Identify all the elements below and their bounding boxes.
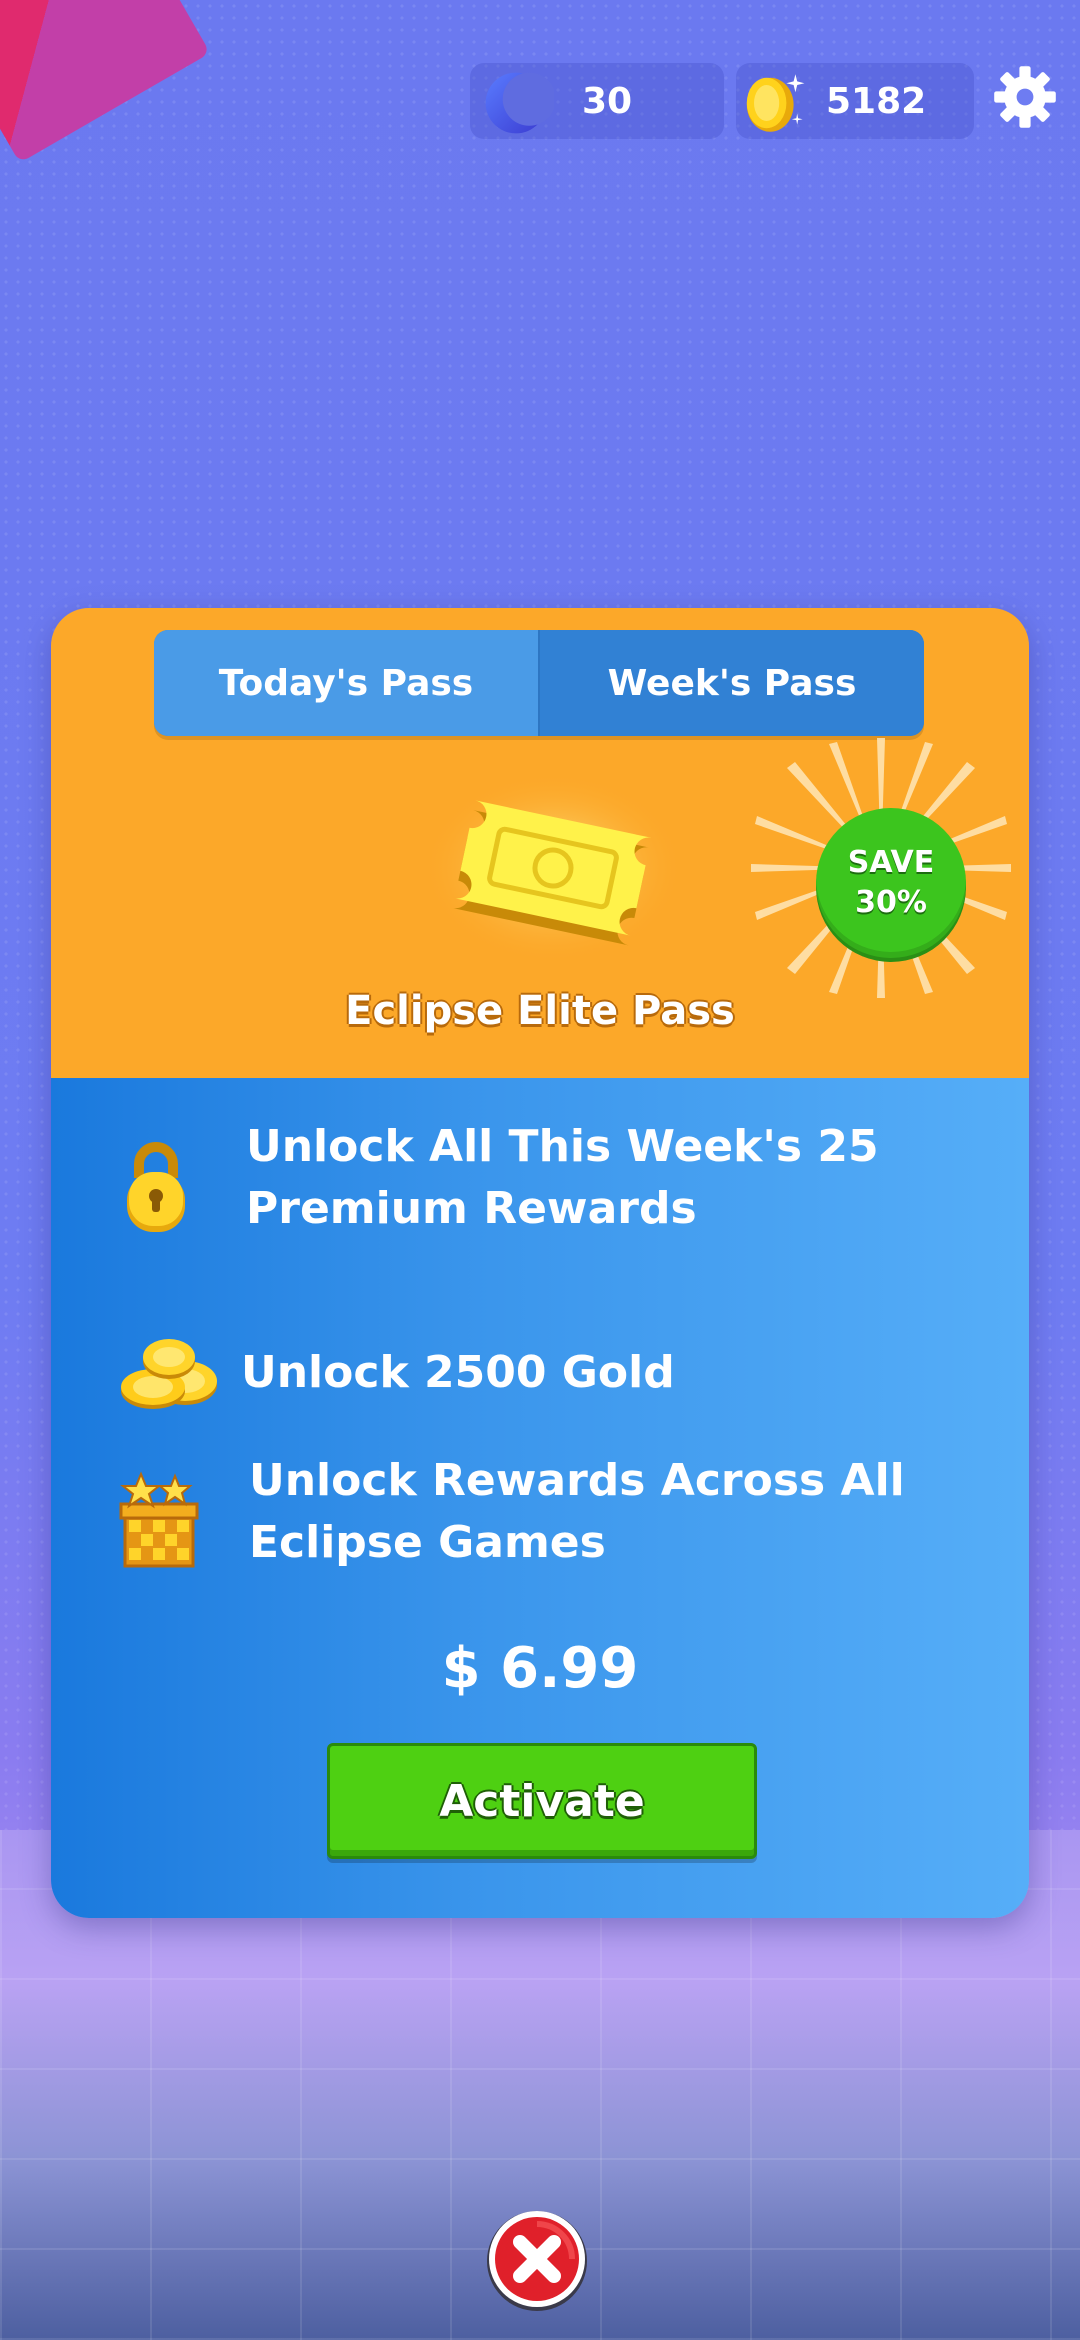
feature-premium-rewards-line1: Unlock All This Week's 25 bbox=[246, 1121, 879, 1172]
gold-coin-icon bbox=[746, 74, 805, 132]
moon-currency-value: 30 bbox=[582, 80, 633, 122]
feature-gold-line1: Unlock 2500 Gold bbox=[241, 1347, 675, 1398]
feature-premium-rewards-line2: Premium Rewards bbox=[246, 1183, 697, 1234]
feature-eclipse-games-line2: Eclipse Games bbox=[249, 1517, 606, 1568]
gold-currency-pill[interactable]: 5182 bbox=[736, 63, 974, 139]
feature-premium-rewards: Unlock All This Week's 25 Premium Reward… bbox=[246, 1116, 986, 1240]
lock-icon bbox=[127, 1142, 185, 1232]
gold-coins-icon bbox=[121, 1339, 217, 1409]
pass-card: Today's Pass Week's Pass SAVE 30% Eclips… bbox=[51, 608, 1029, 1918]
price-label: $ 6.99 bbox=[441, 1636, 639, 1701]
moon-currency-pill[interactable]: 30 bbox=[470, 63, 724, 139]
tab-weeks-pass[interactable]: Week's Pass bbox=[538, 630, 924, 736]
gold-currency-value: 5182 bbox=[826, 80, 927, 122]
pass-card-header: Today's Pass Week's Pass SAVE 30% Eclips… bbox=[51, 608, 1029, 1078]
activate-button[interactable]: Activate bbox=[327, 1743, 757, 1859]
save-badge-line1: SAVE bbox=[847, 845, 935, 880]
gift-box-icon bbox=[119, 1471, 199, 1568]
save-badge-line2: 30% bbox=[855, 885, 927, 920]
moon-icon bbox=[485, 72, 554, 134]
save-discount-badge: SAVE 30% bbox=[816, 808, 966, 958]
feature-eclipse-games: Unlock Rewards Across All Eclipse Games bbox=[249, 1450, 989, 1574]
golden-ticket-icon bbox=[423, 773, 683, 963]
settings-gear-icon[interactable] bbox=[990, 62, 1060, 132]
pass-tabs: Today's Pass Week's Pass bbox=[154, 630, 924, 736]
pass-title: Eclipse Elite Pass bbox=[345, 988, 735, 1034]
feature-eclipse-games-line1: Unlock Rewards Across All bbox=[249, 1455, 905, 1506]
tab-todays-pass[interactable]: Today's Pass bbox=[154, 630, 538, 736]
feature-gold: Unlock 2500 Gold bbox=[241, 1342, 981, 1404]
close-icon[interactable] bbox=[484, 2206, 590, 2312]
